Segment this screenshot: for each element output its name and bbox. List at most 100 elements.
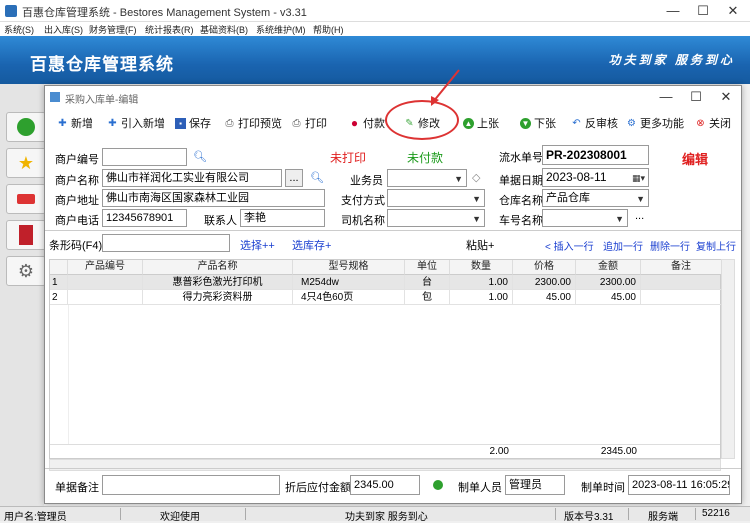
main-window-title: 百惠仓库管理系统 - Bestores Management System - … <box>22 7 307 19</box>
vertical-scrollbar[interactable] <box>721 259 735 459</box>
date-picker[interactable]: 2023-08-11 ▦▾ <box>542 168 649 187</box>
prev-button[interactable]: ▲ 上张 <box>463 115 499 131</box>
sidebar-tools-button[interactable] <box>6 184 46 214</box>
star-icon: ★ <box>17 152 35 173</box>
divider <box>45 468 741 469</box>
delete-row-link[interactable]: 删除一行 <box>650 238 690 253</box>
cell-price[interactable]: 2300.00 <box>513 275 576 290</box>
cell-amount[interactable]: 2300.00 <box>576 275 641 290</box>
time-input[interactable]: 2023-08-11 16:05:29 <box>628 475 730 495</box>
menu-maintenance[interactable]: 系统维护(M) <box>256 23 306 36</box>
plate-select[interactable]: ▼ <box>542 209 628 227</box>
cell-remark[interactable] <box>641 275 722 290</box>
select-link[interactable]: 选择++ <box>240 237 275 253</box>
eraser-icon[interactable]: ◇ <box>472 171 480 184</box>
discount-input[interactable]: 2345.00 <box>350 475 420 495</box>
chevron-down-icon: ▼ <box>472 214 481 224</box>
close-dialog-button[interactable]: ⊗ 关闭 <box>695 115 731 131</box>
merchant-code-input[interactable] <box>102 148 187 166</box>
cell-qty[interactable]: 1.00 <box>450 290 513 305</box>
barcode-input[interactable] <box>102 234 230 252</box>
menu-finance[interactable]: 财务管理(F) <box>89 23 137 36</box>
banner: 百惠仓库管理系统 功夫到家 服务到心 <box>0 36 750 84</box>
menu-system[interactable]: 系统(S) <box>4 23 34 36</box>
cell-unit[interactable]: 包 <box>405 290 450 305</box>
address-input[interactable]: 佛山市南海区国家森林工业园 <box>102 189 325 207</box>
main-title-bar: 百惠仓库管理系统 - Bestores Management System - … <box>0 0 750 22</box>
cell-price[interactable]: 45.00 <box>513 290 576 305</box>
insert-row-link[interactable]: < 插入一行 <box>545 238 594 253</box>
menu-reports[interactable]: 统计报表(R) <box>145 23 194 36</box>
sidebar-check-button[interactable] <box>6 112 46 142</box>
phone-label: 商户电话 <box>55 215 99 227</box>
items-grid[interactable]: 产品编号 产品名称 型号规格 单位 数量 价格 金额 备注 1 惠普彩色激光打印… <box>49 259 722 459</box>
minimize-button[interactable]: — <box>660 2 686 20</box>
menu-bar: 系统(S) 出入库(S) 财务管理(F) 统计报表(R) 基础资料(B) 系统维… <box>0 22 750 36</box>
cell-code[interactable] <box>68 275 143 290</box>
dialog-maximize-button[interactable]: ☐ <box>683 88 709 106</box>
dialog-minimize-button[interactable]: — <box>653 88 679 106</box>
print-preview-button[interactable]: ⎙ 打印预览 <box>224 115 283 131</box>
annotation-arrow-icon <box>431 69 460 106</box>
remark-input[interactable] <box>102 475 280 495</box>
cell-spec[interactable]: 4只4色60页 <box>293 290 405 305</box>
cell-name[interactable]: 得力亮彩资料册 <box>143 290 293 305</box>
cell-remark[interactable] <box>641 290 722 305</box>
import-new-button[interactable]: ✚ 引入新增 <box>107 115 165 131</box>
maximize-button[interactable]: ☐ <box>690 2 716 20</box>
dialog-close-button[interactable]: ✕ <box>713 88 739 106</box>
payment-button[interactable]: ● 付款 <box>349 115 385 131</box>
driver-select[interactable]: ▼ <box>387 209 485 227</box>
merchant-picker-button[interactable]: ... <box>285 169 303 187</box>
time-label: 制单时间 <box>581 482 625 494</box>
menu-basic[interactable]: 基础资料(B) <box>200 23 248 36</box>
maker-input[interactable]: 管理员 <box>505 475 565 495</box>
next-button[interactable]: ▼ 下张 <box>520 115 556 131</box>
plate-more-button[interactable]: ... <box>635 210 644 222</box>
search-icon[interactable]: 🔍︎ <box>193 150 207 163</box>
search-icon[interactable]: 🔍︎ <box>310 171 324 184</box>
select-stock-link[interactable]: 选库存+ <box>292 237 331 253</box>
cell-spec[interactable]: M254dw <box>293 275 405 290</box>
salesman-select[interactable]: ▼ <box>387 169 467 187</box>
calendar-icon: ▦▾ <box>631 173 645 183</box>
cell-name[interactable]: 惠普彩色激光打印机 <box>143 275 293 290</box>
menu-inout[interactable]: 出入库(S) <box>44 23 83 36</box>
pay-method-select[interactable]: ▼ <box>387 189 485 207</box>
cell-code[interactable] <box>68 290 143 305</box>
menu-help[interactable]: 帮助(H) <box>313 23 344 36</box>
book-icon <box>19 225 33 245</box>
sidebar-settings-button[interactable]: ⚙ <box>6 256 46 286</box>
serial-input[interactable]: PR-202308001 <box>542 145 649 165</box>
more-button[interactable]: ⚙ 更多功能 <box>626 115 684 131</box>
sidebar-star-button[interactable]: ★ <box>6 148 46 178</box>
grid-header-name: 产品名称 <box>143 260 293 275</box>
pay-status: 未付款 <box>407 151 444 165</box>
sidebar-book-button[interactable] <box>6 220 46 250</box>
cell-amount[interactable]: 45.00 <box>576 290 641 305</box>
cell-qty[interactable]: 1.00 <box>450 275 513 290</box>
edit-mode-label: 编辑 <box>682 152 709 167</box>
dialog-icon <box>50 92 60 102</box>
paste-link[interactable]: 粘贴+ <box>466 237 494 253</box>
phone-input[interactable]: 12345678901 <box>102 209 187 227</box>
arrow-up-icon: ▲ <box>463 117 474 129</box>
remark-label: 单据备注 <box>55 482 99 494</box>
gear-icon: ⚙ <box>627 117 636 129</box>
print-button[interactable]: ⎙ 打印 <box>291 115 328 131</box>
horizontal-scrollbar[interactable] <box>49 459 721 471</box>
append-row-link[interactable]: 追加一行 <box>603 238 643 253</box>
grid-header-spec: 型号规格 <box>293 260 405 275</box>
copy-row-link[interactable]: 复制上行 <box>696 238 736 253</box>
save-button[interactable]: ▪ 保存 <box>175 115 211 131</box>
unapprove-button[interactable]: ↶ 反审核 <box>571 115 618 131</box>
salesman-label: 业务员 <box>350 175 383 187</box>
warehouse-select[interactable]: 产品仓库 ▼ <box>542 189 649 207</box>
check-icon <box>17 118 35 136</box>
merchant-name-input[interactable]: 佛山市祥润化工实业有限公司 <box>102 169 282 187</box>
new-button[interactable]: ✚ 新增 <box>57 115 93 131</box>
cell-unit[interactable]: 台 <box>405 275 450 290</box>
contact-input[interactable]: 李艳 <box>240 209 325 227</box>
print-label: 打印 <box>305 118 327 130</box>
close-button[interactable]: ✕ <box>720 2 746 20</box>
